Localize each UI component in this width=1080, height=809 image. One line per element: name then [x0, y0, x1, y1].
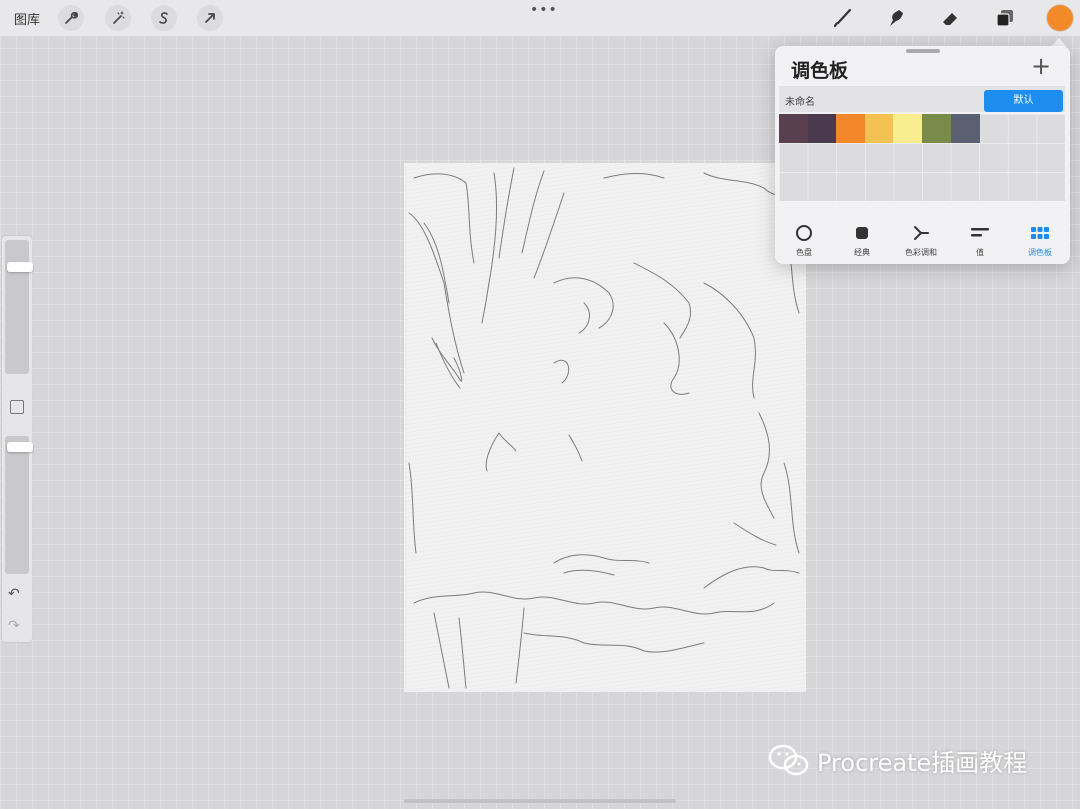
- transform-button[interactable]: [197, 5, 223, 31]
- swatch-grid[interactable]: [779, 114, 1065, 201]
- eraser-tool[interactable]: [936, 4, 964, 32]
- opacity-slider[interactable]: [5, 436, 33, 574]
- modify-button[interactable]: [10, 400, 24, 414]
- classic-square-icon: [856, 227, 868, 239]
- tab-label: 调色板: [1028, 248, 1052, 257]
- home-indicator[interactable]: [404, 799, 676, 803]
- set-default-button[interactable]: 默认: [984, 90, 1063, 112]
- tab-value[interactable]: 值: [951, 222, 1009, 258]
- palette-name[interactable]: 未命名: [785, 93, 815, 108]
- watermark-text: Procreate插画教程: [817, 748, 1028, 777]
- brush-tool[interactable]: [828, 4, 856, 32]
- tab-disc[interactable]: 色盘: [775, 222, 833, 258]
- tab-label: 值: [976, 248, 984, 257]
- color-swatch[interactable]: [950, 114, 980, 143]
- palette-grid-icon: [1031, 227, 1049, 239]
- harmony-icon: [914, 226, 929, 240]
- layers-tool[interactable]: [991, 4, 1019, 32]
- brush-size-slider[interactable]: [5, 240, 33, 374]
- tab-harmony[interactable]: 色彩调和: [892, 222, 950, 258]
- current-color-button[interactable]: [1047, 5, 1073, 31]
- tab-label: 经典: [854, 248, 870, 257]
- tab-label: 色彩调和: [905, 248, 937, 257]
- disc-icon: [796, 225, 812, 241]
- smudge-tool[interactable]: [882, 4, 910, 32]
- opacity-thumb[interactable]: [7, 442, 33, 453]
- wechat-icon: [768, 744, 809, 776]
- color-swatch[interactable]: [864, 114, 894, 143]
- smudge-icon: [890, 10, 903, 26]
- color-swatch[interactable]: [836, 114, 866, 143]
- color-swatch[interactable]: [893, 114, 923, 143]
- layers-icon: [996, 10, 1013, 27]
- palette-row[interactable]: 未命名 默认: [779, 86, 1065, 112]
- add-palette-button[interactable]: +: [1031, 52, 1051, 80]
- value-sliders-icon: [971, 228, 989, 237]
- magic-wand-icon: [113, 11, 125, 24]
- brush-icon: [833, 8, 852, 28]
- color-swatch[interactable]: [922, 114, 951, 143]
- wrench-icon: [65, 11, 78, 24]
- brush-size-thumb[interactable]: [7, 262, 33, 273]
- palette-panel: 调色板 + 未命名 默认 色盘 经典 色彩调和 值 调色板: [775, 46, 1070, 264]
- adjustments-button[interactable]: [105, 5, 131, 31]
- left-sidebar: ↶ ↷: [2, 236, 33, 642]
- selection-s-icon: [159, 12, 168, 24]
- tab-label: 色盘: [796, 248, 812, 257]
- eraser-icon: [943, 13, 957, 25]
- gallery-button[interactable]: 图库: [14, 9, 40, 28]
- selection-button[interactable]: [151, 5, 177, 31]
- color-tab-bar: 色盘 经典 色彩调和 值 调色板: [775, 222, 1070, 264]
- panel-grabber[interactable]: [906, 49, 940, 53]
- tab-palettes[interactable]: 调色板: [1011, 222, 1069, 258]
- panel-title: 调色板: [791, 60, 849, 82]
- top-toolbar: 图库 •••: [0, 0, 1080, 36]
- color-swatch[interactable]: [807, 114, 837, 143]
- tab-classic[interactable]: 经典: [833, 222, 891, 258]
- actions-button[interactable]: [58, 5, 84, 31]
- arrow-cursor-icon: [205, 13, 215, 23]
- more-options-handle[interactable]: •••: [530, 2, 558, 18]
- undo-button[interactable]: ↶: [8, 586, 20, 602]
- watermark: Procreate插画教程: [767, 742, 1027, 778]
- color-swatch[interactable]: [779, 114, 808, 143]
- redo-button[interactable]: ↷: [8, 618, 20, 634]
- drawing-canvas[interactable]: [404, 163, 806, 692]
- pencil-sketch: [408, 167, 800, 689]
